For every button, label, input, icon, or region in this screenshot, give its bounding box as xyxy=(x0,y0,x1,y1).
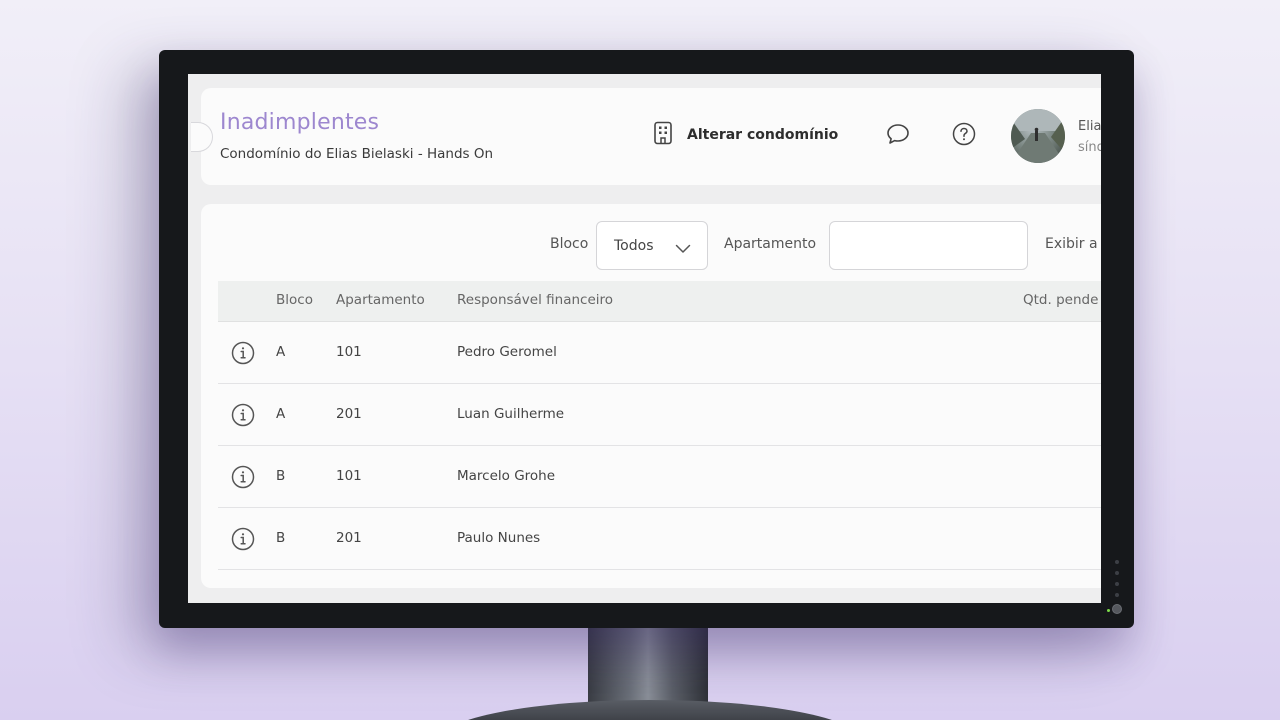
help-circle-icon xyxy=(952,122,976,150)
monitor-button-dot xyxy=(1115,593,1119,597)
table-row[interactable]: B 101 Marcelo Grohe xyxy=(218,446,1101,508)
page-title: Inadimplentes xyxy=(220,110,380,135)
cell-apartamento: 201 xyxy=(336,530,362,546)
table-header: Bloco Apartamento Responsável financeiro… xyxy=(218,281,1101,322)
user-name: Elia xyxy=(1078,119,1101,134)
bloco-select-value: Todos xyxy=(614,237,654,254)
cell-apartamento: 201 xyxy=(336,406,362,422)
change-condo-label: Alterar condomínio xyxy=(687,127,839,143)
app-screen: Inadimplentes Condomínio do Elias Bielas… xyxy=(188,74,1101,603)
monitor-stand-neck xyxy=(588,626,708,706)
info-circle-icon[interactable] xyxy=(231,403,255,431)
cell-responsavel: Luan Guilherme xyxy=(457,406,565,422)
info-circle-icon[interactable] xyxy=(231,465,255,493)
avatar[interactable] xyxy=(1011,109,1065,163)
table-row[interactable]: B 201 Paulo Nunes xyxy=(218,508,1101,570)
power-button[interactable] xyxy=(1112,604,1122,614)
monitor-button-dot xyxy=(1115,560,1119,564)
table-row[interactable]: A 101 Pedro Geromel xyxy=(218,322,1101,384)
cell-bloco: A xyxy=(276,344,286,360)
change-condo-button[interactable]: Alterar condomínio xyxy=(653,121,839,149)
info-circle-icon[interactable] xyxy=(231,527,255,555)
apartamento-filter-label: Apartamento xyxy=(724,236,817,252)
exibir-filter-label: Exibir a xyxy=(1045,236,1098,252)
page-header: Inadimplentes Condomínio do Elias Bielas… xyxy=(191,88,1101,185)
column-header-responsavel[interactable]: Responsável financeiro xyxy=(457,292,613,308)
cell-apartamento: 101 xyxy=(336,468,362,484)
chat-bubble-icon xyxy=(886,123,910,149)
cell-responsavel: Marcelo Grohe xyxy=(457,468,556,484)
bloco-filter-label: Bloco xyxy=(550,236,589,252)
monitor-button-dot xyxy=(1115,571,1119,575)
power-led xyxy=(1107,609,1110,612)
monitor-buttons xyxy=(1112,560,1122,614)
chat-button[interactable] xyxy=(884,122,912,150)
cell-responsavel: Pedro Geromel xyxy=(457,344,557,360)
cell-bloco: B xyxy=(276,468,286,484)
user-role: sínd xyxy=(1078,140,1101,155)
page-subtitle: Condomínio do Elias Bielaski - Hands On xyxy=(220,146,494,162)
cell-responsavel: Paulo Nunes xyxy=(457,530,541,546)
info-circle-icon[interactable] xyxy=(231,341,255,369)
column-header-apartamento[interactable]: Apartamento xyxy=(336,292,425,308)
help-button[interactable] xyxy=(950,122,978,150)
chevron-down-icon xyxy=(675,239,691,258)
bloco-select[interactable]: Todos xyxy=(596,221,708,270)
content-card: Bloco Todos Apartamento Exibir a Bloco A… xyxy=(201,204,1101,588)
apartamento-input[interactable] xyxy=(829,221,1028,270)
monitor-stand-base xyxy=(440,700,860,720)
column-header-qtd-pendente[interactable]: Qtd. pende xyxy=(1023,292,1098,308)
table-row[interactable]: A 201 Luan Guilherme xyxy=(218,384,1101,446)
column-header-bloco[interactable]: Bloco xyxy=(276,292,313,308)
building-icon xyxy=(653,121,673,149)
monitor-button-dot xyxy=(1115,582,1119,586)
sidebar-toggle-button[interactable] xyxy=(191,122,213,152)
cell-apartamento: 101 xyxy=(336,344,362,360)
cell-bloco: B xyxy=(276,530,286,546)
cell-bloco: A xyxy=(276,406,286,422)
